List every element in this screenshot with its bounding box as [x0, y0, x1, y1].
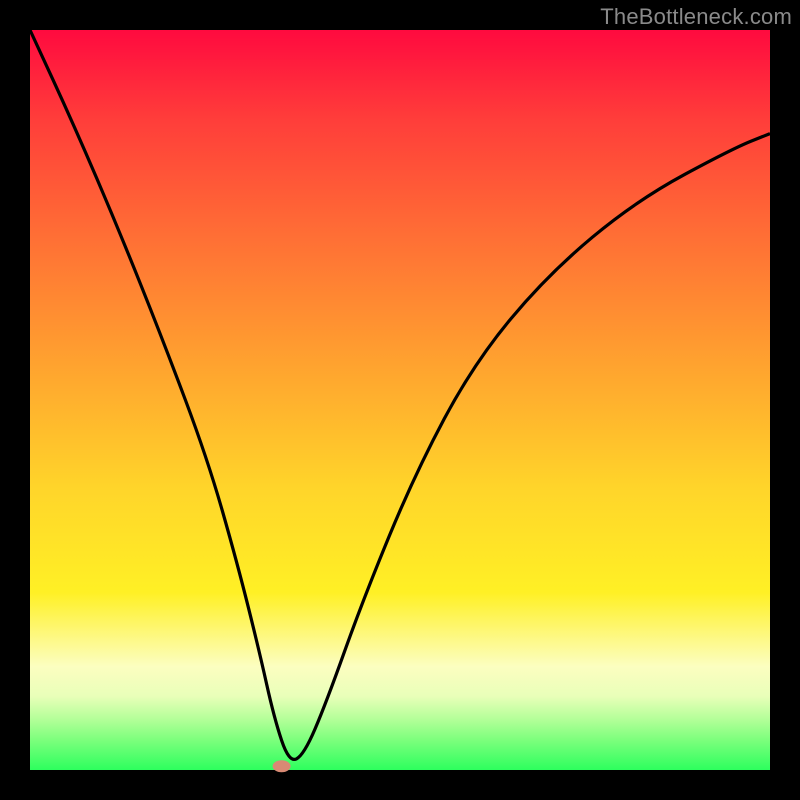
watermark-text: TheBottleneck.com: [600, 4, 792, 30]
minimum-marker: [273, 760, 291, 772]
chart-frame: TheBottleneck.com: [0, 0, 800, 800]
plot-area: [30, 30, 770, 770]
curve-path: [30, 30, 770, 759]
bottleneck-curve: [30, 30, 770, 770]
